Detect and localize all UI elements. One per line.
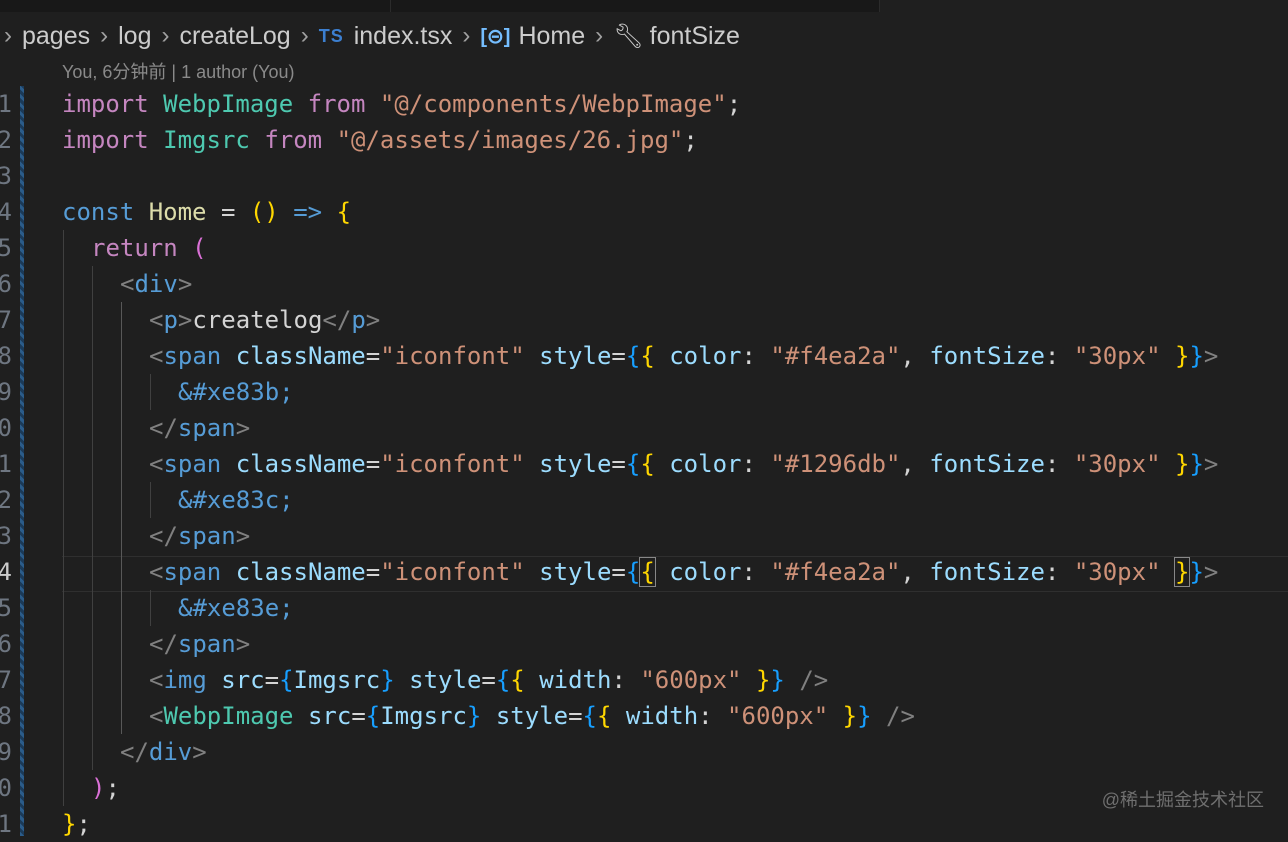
keyword-token: from [264, 126, 323, 154]
identifier-token: WebpImage [163, 90, 294, 118]
entity-token: &#xe83c; [178, 486, 294, 514]
symbol-variable-icon: [⊝] [480, 25, 511, 48]
string-token: "@/assets/images/26.jpg" [336, 126, 684, 154]
line-number[interactable]: 0 [0, 770, 12, 806]
code-editor[interactable]: 1 2 3 4 5 6 7 8 9 0 1 2 3 4 5 6 7 8 9 0 … [0, 86, 1288, 838]
chevron-right-icon: › [462, 22, 471, 49]
line-number[interactable]: 1 [0, 86, 12, 122]
chevron-right-icon: › [595, 22, 604, 49]
line-number[interactable]: 6 [0, 266, 12, 302]
line-number[interactable]: 4 [0, 194, 12, 230]
breadcrumb-item-fontsize[interactable]: 🔧︎ fontSize [613, 22, 740, 51]
code-line[interactable]: </span> [149, 410, 250, 446]
keyword-token: import [62, 126, 149, 154]
code-line[interactable]: const Home = () => { [62, 194, 351, 230]
wrench-icon: 🔧︎ [613, 22, 644, 50]
code-line[interactable]: <span className="iconfont" style={{ colo… [149, 446, 1218, 482]
breadcrumb-item-file[interactable]: TS index.tsx [319, 22, 453, 51]
line-number[interactable]: 2 [0, 482, 12, 518]
code-line[interactable]: import WebpImage from "@/components/Webp… [62, 86, 741, 122]
line-number[interactable]: 9 [0, 734, 12, 770]
keyword-token: from [307, 90, 366, 118]
watermark: @稀土掘金技术社区 [1101, 790, 1264, 810]
keyword-token: const [62, 198, 135, 226]
entity-token: &#xe83e; [178, 594, 294, 622]
line-number[interactable]: 7 [0, 302, 12, 338]
breadcrumb-item-home[interactable]: [⊝] Home [480, 22, 585, 51]
line-number[interactable]: 9 [0, 374, 12, 410]
git-blame-annotation[interactable]: You, 6分钟前 | 1 author (You) [62, 58, 294, 84]
breadcrumb-item-pages[interactable]: pages [22, 22, 90, 51]
bracket-match: } [1173, 557, 1191, 587]
code-line[interactable]: </span> [149, 518, 250, 554]
code-line-active[interactable]: <span className="iconfont" style={{ colo… [149, 554, 1218, 590]
code-line[interactable]: </span> [149, 626, 250, 662]
tag-token: div [134, 270, 178, 298]
chevron-right-icon: › [161, 22, 170, 49]
line-number-active[interactable]: 4 [0, 554, 12, 590]
breadcrumb-item-log[interactable]: log [118, 22, 151, 51]
tag-token: p [163, 306, 178, 334]
line-number[interactable]: 0 [0, 410, 12, 446]
editor-tab-strip [0, 0, 1288, 12]
code-line[interactable]: &#xe83b; [178, 374, 294, 410]
line-number[interactable]: 8 [0, 338, 12, 374]
line-number[interactable]: 3 [0, 158, 12, 194]
identifier-token: Home [148, 198, 207, 226]
line-number[interactable]: 1 [0, 446, 12, 482]
chevron-right-icon: › [300, 22, 309, 49]
line-number[interactable]: 1 [0, 806, 12, 842]
chevron-right-icon: › [100, 22, 109, 49]
code-line[interactable]: </div> [120, 734, 207, 770]
breadcrumb-item-createlog[interactable]: createLog [180, 22, 291, 51]
string-token: "@/components/WebpImage" [379, 90, 727, 118]
line-number[interactable]: 6 [0, 626, 12, 662]
identifier-token: Imgsrc [163, 126, 250, 154]
code-line[interactable]: <span className="iconfont" style={{ colo… [149, 338, 1218, 374]
code-line[interactable]: <div> [120, 266, 192, 302]
line-number[interactable]: 3 [0, 518, 12, 554]
code-line[interactable]: import Imgsrc from "@/assets/images/26.j… [62, 122, 698, 158]
code-line[interactable]: }; [62, 806, 91, 842]
line-number[interactable]: 5 [0, 590, 12, 626]
entity-token: &#xe83b; [178, 378, 294, 406]
breadcrumb-file-label: index.tsx [353, 21, 453, 50]
breadcrumb-home-label: Home [518, 21, 586, 50]
line-number[interactable]: 2 [0, 122, 12, 158]
code-line[interactable]: return ( [91, 230, 207, 266]
typescript-file-icon: TS [318, 25, 344, 46]
keyword-token: import [62, 90, 149, 118]
code-line[interactable]: &#xe83e; [178, 590, 294, 626]
tab-inactive[interactable] [0, 0, 391, 12]
attribute-token: className [235, 342, 366, 370]
line-number[interactable]: 8 [0, 698, 12, 734]
code-line[interactable]: <WebpImage src={Imgsrc} style={{ width: … [149, 698, 915, 734]
code-line[interactable]: <img src={Imgsrc} style={{ width: "600px… [149, 662, 828, 698]
text-token: createlog [192, 306, 323, 334]
tab-inactive[interactable] [391, 0, 880, 12]
chevron-right-icon: › [4, 22, 12, 49]
code-line[interactable]: <p>createlog</p> [149, 302, 380, 338]
breadcrumb-fontsize-label: fontSize [649, 21, 740, 50]
line-number[interactable]: 5 [0, 230, 12, 266]
breadcrumb: › pages › log › createLog › TS index.tsx… [0, 16, 1288, 56]
code-line[interactable]: ); [91, 770, 120, 806]
code-line[interactable]: &#xe83c; [178, 482, 294, 518]
line-number[interactable]: 7 [0, 662, 12, 698]
keyword-token: return [91, 234, 178, 262]
bracket-match: { [639, 557, 656, 587]
